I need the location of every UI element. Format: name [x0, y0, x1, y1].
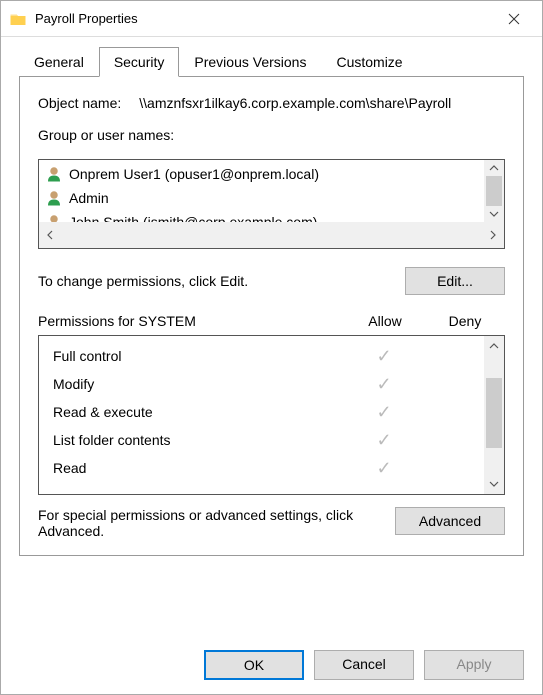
ok-button[interactable]: OK — [204, 650, 304, 680]
user-icon — [45, 189, 63, 207]
table-row: List folder contents ✓ — [39, 426, 504, 454]
table-row: Read & execute ✓ — [39, 398, 504, 426]
advanced-hint-text: For special permissions or advanced sett… — [38, 507, 395, 539]
tab-security[interactable]: Security — [99, 47, 180, 77]
scroll-thumb[interactable] — [486, 378, 502, 448]
list-item[interactable]: Onprem User1 (opuser1@onprem.local) — [39, 162, 504, 186]
scroll-down-button[interactable] — [484, 474, 504, 494]
cancel-button[interactable]: Cancel — [314, 650, 414, 680]
scroll-left-button[interactable] — [39, 222, 61, 248]
permission-label: Modify — [53, 376, 344, 392]
check-icon: ✓ — [376, 402, 391, 422]
permission-label: Full control — [53, 348, 344, 364]
close-button[interactable] — [494, 3, 534, 35]
chevron-right-icon — [490, 230, 496, 240]
security-panel: Object name: \\amznfsxr1ilkay6.corp.exam… — [19, 76, 524, 556]
table-row: Modify ✓ — [39, 370, 504, 398]
list-item[interactable]: Admin — [39, 186, 504, 210]
user-icon — [45, 165, 63, 183]
check-icon: ✓ — [376, 430, 391, 450]
permission-label: Read & execute — [53, 404, 344, 420]
vertical-scrollbar[interactable] — [484, 336, 504, 494]
apply-button: Apply — [424, 650, 524, 680]
permission-label: Read — [53, 460, 344, 476]
scroll-up-button[interactable] — [484, 336, 504, 356]
scroll-up-button[interactable] — [484, 160, 504, 176]
titlebar: Payroll Properties — [1, 1, 542, 37]
list-item-label: Admin — [69, 190, 109, 206]
close-icon — [508, 13, 520, 25]
advanced-button[interactable]: Advanced — [395, 507, 505, 535]
check-icon: ✓ — [376, 374, 391, 394]
tabs: General Security Previous Versions Custo… — [19, 47, 524, 77]
scroll-thumb[interactable] — [486, 176, 502, 206]
table-row: Read ✓ — [39, 454, 504, 482]
vertical-scrollbar[interactable] — [484, 160, 504, 222]
scroll-down-button[interactable] — [484, 206, 504, 222]
horizontal-scrollbar[interactable] — [39, 222, 504, 248]
chevron-up-icon — [489, 343, 499, 349]
permissions-table: Full control ✓ Modify ✓ Read & execute ✓… — [38, 335, 505, 495]
permission-label: List folder contents — [53, 432, 344, 448]
tab-customize[interactable]: Customize — [321, 47, 417, 77]
scroll-right-button[interactable] — [482, 222, 504, 248]
chevron-down-icon — [489, 211, 499, 217]
list-item-label: Onprem User1 (opuser1@onprem.local) — [69, 166, 319, 182]
tab-general[interactable]: General — [19, 47, 99, 77]
check-icon: ✓ — [376, 458, 391, 478]
allow-column-header: Allow — [345, 313, 425, 329]
chevron-up-icon — [489, 165, 499, 171]
table-row: Full control ✓ — [39, 342, 504, 370]
window-title: Payroll Properties — [35, 11, 494, 26]
edit-hint-text: To change permissions, click Edit. — [38, 273, 405, 289]
edit-button[interactable]: Edit... — [405, 267, 505, 295]
object-name-value: \\amznfsxr1ilkay6.corp.example.com\share… — [139, 95, 451, 111]
deny-column-header: Deny — [425, 313, 505, 329]
object-name-label: Object name: — [38, 95, 121, 111]
user-listbox[interactable]: Onprem User1 (opuser1@onprem.local) Admi… — [38, 159, 505, 249]
chevron-down-icon — [489, 481, 499, 487]
chevron-left-icon — [47, 230, 53, 240]
permissions-title: Permissions for SYSTEM — [38, 313, 345, 329]
group-user-names-label: Group or user names: — [38, 127, 505, 143]
folder-icon — [9, 10, 27, 28]
check-icon: ✓ — [376, 346, 391, 366]
tab-previous-versions[interactable]: Previous Versions — [179, 47, 321, 77]
